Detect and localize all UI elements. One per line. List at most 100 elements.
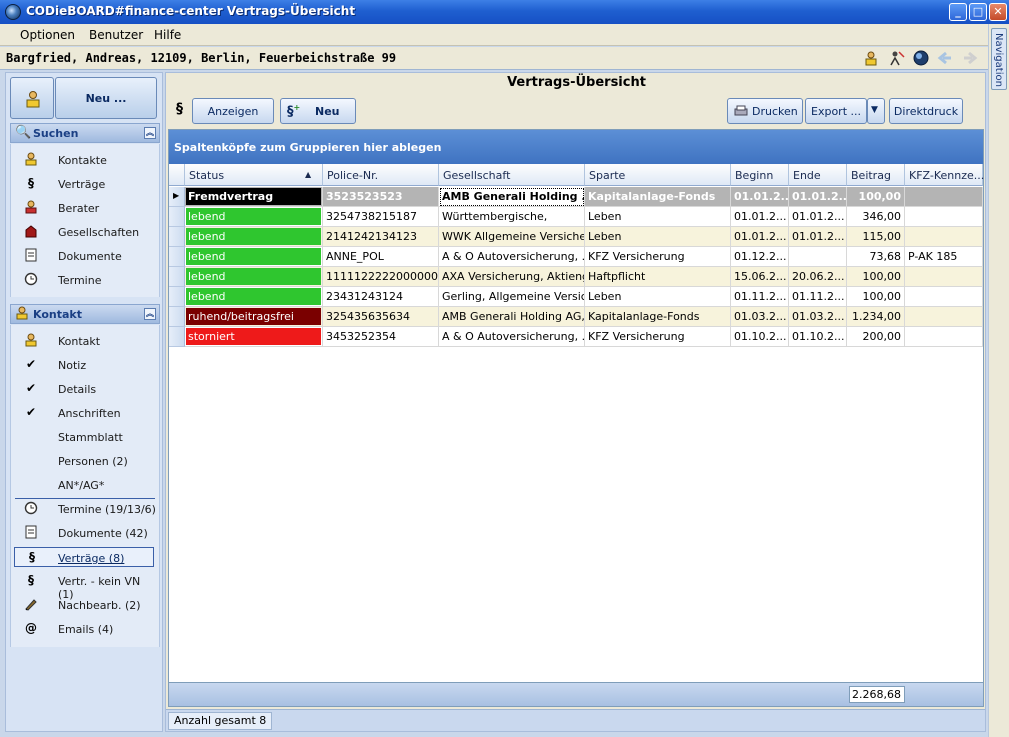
nav-item-notiz[interactable]: ✔ Notiz (11, 355, 159, 375)
cell-ende[interactable]: 01.03.2... (789, 307, 847, 327)
cell-sparte[interactable]: Leben (585, 287, 731, 307)
cell-kfz[interactable] (905, 227, 983, 247)
back-arrow-icon[interactable] (936, 50, 954, 68)
cell-status[interactable]: lebend (185, 287, 323, 307)
nav-item-berater[interactable]: Berater (11, 198, 159, 218)
cell-beginn[interactable]: 01.01.2... (731, 207, 789, 227)
nav-item-termine-count[interactable]: Termine (19/13/6) (11, 499, 159, 519)
row-selector[interactable] (169, 267, 185, 287)
row-selector[interactable] (169, 287, 185, 307)
cell-sparte[interactable]: Leben (585, 207, 731, 227)
cell-ende[interactable]: 01.01.2... (789, 187, 847, 207)
direct-print-button[interactable]: Direktdruck (889, 98, 963, 124)
cell-beginn[interactable]: 01.11.2... (731, 287, 789, 307)
menu-optionen[interactable]: Optionen (20, 28, 75, 42)
nav-item-an-ag[interactable]: AN*/AG* (11, 475, 159, 495)
table-row[interactable]: ruhend/beitragsfrei 325435635634 AMB Gener… (169, 307, 983, 327)
column-header-beitrag[interactable]: Beitrag (847, 164, 905, 186)
table-row[interactable]: lebend ANNE_POL A & O Autoversicherung, ..… (169, 247, 983, 267)
nav-item-dokumente-count[interactable]: Dokumente (42) (11, 523, 159, 543)
cell-ende[interactable]: 20.06.2... (789, 267, 847, 287)
cell-beitrag[interactable]: 100,00 (847, 287, 905, 307)
cell-status[interactable]: Fremdvertrag (185, 187, 323, 207)
nav-item-vertr-kein-vn[interactable]: § Vertr. - kein VN (1) (11, 571, 159, 601)
cell-police[interactable]: 3523523523 (323, 187, 439, 207)
cell-ende[interactable]: 01.11.2... (789, 287, 847, 307)
cell-beginn[interactable]: 01.01.2... (731, 187, 789, 207)
cell-sparte[interactable]: Haftpflicht (585, 267, 731, 287)
cell-kfz[interactable] (905, 267, 983, 287)
search-group-header[interactable]: 🔍 Suchen ︽ (10, 123, 160, 143)
show-button[interactable]: Anzeigen (192, 98, 274, 124)
new-button[interactable]: Neu ... (55, 77, 157, 119)
cell-status[interactable]: lebend (185, 227, 323, 247)
row-selector[interactable] (169, 247, 185, 267)
table-row[interactable]: lebend 1111122222000000 AXA Versicherung, … (169, 267, 983, 287)
row-selector[interactable] (169, 327, 185, 347)
cell-beitrag[interactable]: 100,00 (847, 267, 905, 287)
close-button[interactable]: ✕ (989, 3, 1007, 21)
nav-item-personen[interactable]: Personen (2) (11, 451, 159, 471)
cell-beitrag[interactable]: 115,00 (847, 227, 905, 247)
cell-status[interactable]: lebend (185, 247, 323, 267)
column-header-status[interactable]: Status ▲ (185, 164, 323, 186)
table-row[interactable]: lebend 23431243124 Gerling, Allgemeine Ver… (169, 287, 983, 307)
cell-status[interactable]: lebend (185, 267, 323, 287)
maximize-button[interactable]: □ (969, 3, 987, 21)
cell-beginn[interactable]: 01.01.2... (731, 227, 789, 247)
column-header-police[interactable]: Police-Nr. (323, 164, 439, 186)
cell-ende[interactable] (789, 247, 847, 267)
column-header-gesellschaft[interactable]: Gesellschaft (439, 164, 585, 186)
cell-ende[interactable]: 01.10.2... (789, 327, 847, 347)
cell-gesellschaft[interactable]: Gerling, Allgemeine Versich... (439, 287, 585, 307)
column-header-sparte[interactable]: Sparte (585, 164, 731, 186)
globe-icon[interactable] (912, 50, 930, 68)
cell-kfz[interactable]: P-AK 185 (905, 247, 983, 267)
row-selector[interactable] (169, 307, 185, 327)
row-selector[interactable] (169, 207, 185, 227)
nav-item-vertraege[interactable]: § Verträge (11, 174, 159, 194)
cell-kfz[interactable] (905, 187, 983, 207)
nav-item-nachbearb[interactable]: Nachbearb. (2) (11, 595, 159, 615)
cell-sparte[interactable]: KFZ Versicherung (585, 327, 731, 347)
row-selector[interactable]: ▶ (169, 187, 185, 207)
cell-status[interactable]: lebend (185, 207, 323, 227)
cell-status[interactable]: storniert (185, 327, 323, 347)
cell-beitrag[interactable]: 200,00 (847, 327, 905, 347)
cell-beginn[interactable]: 01.12.2... (731, 247, 789, 267)
nav-item-kontakt[interactable]: Kontakt (11, 331, 159, 351)
cell-sparte[interactable]: Kapitalanlage-Fonds (585, 187, 731, 207)
collapse-icon[interactable]: ︽ (144, 308, 156, 320)
new-contract-button[interactable]: §+ Neu (280, 98, 356, 124)
nav-item-gesellschaften[interactable]: Gesellschaften (11, 222, 159, 242)
column-header-beginn[interactable]: Beginn (731, 164, 789, 186)
nav-item-anschriften[interactable]: ✔ Anschriften (11, 403, 159, 423)
print-button[interactable]: Drucken (727, 98, 803, 124)
export-dropdown-button[interactable]: ▼ (867, 98, 885, 124)
cell-ende[interactable]: 01.01.2... (789, 207, 847, 227)
nav-item-emails[interactable]: @ Emails (4) (11, 619, 159, 639)
cell-sparte[interactable]: KFZ Versicherung (585, 247, 731, 267)
cell-ende[interactable]: 01.01.2... (789, 227, 847, 247)
nav-item-dokumente[interactable]: Dokumente (11, 246, 159, 266)
cell-sparte[interactable]: Leben (585, 227, 731, 247)
cell-gesellschaft[interactable]: Württembergische, (439, 207, 585, 227)
table-row[interactable]: lebend 2141242134123 WWK Allgemeine Versic… (169, 227, 983, 247)
cell-beitrag[interactable]: 1.234,00 (847, 307, 905, 327)
nav-item-termine[interactable]: Termine (11, 270, 159, 290)
group-drop-area[interactable]: Spaltenköpfe zum Gruppieren hier ablegen (169, 130, 983, 164)
contact-person-icon[interactable] (862, 50, 880, 68)
cell-status[interactable]: ruhend/beitragsfrei (185, 307, 323, 327)
row-selector[interactable] (169, 227, 185, 247)
new-contact-icon-button[interactable] (10, 77, 54, 119)
cell-police[interactable]: 2141242134123 (323, 227, 439, 247)
menu-hilfe[interactable]: Hilfe (154, 28, 181, 42)
cell-beginn[interactable]: 15.06.2... (731, 267, 789, 287)
collapse-icon[interactable]: ︽ (144, 127, 156, 139)
cell-kfz[interactable] (905, 287, 983, 307)
cell-gesellschaft[interactable]: A & O Autoversicherung, ... (439, 247, 585, 267)
cell-beitrag[interactable]: 346,00 (847, 207, 905, 227)
cell-police[interactable]: 23431243124 (323, 287, 439, 307)
cell-kfz[interactable] (905, 207, 983, 227)
cell-police[interactable]: 3453252354 (323, 327, 439, 347)
